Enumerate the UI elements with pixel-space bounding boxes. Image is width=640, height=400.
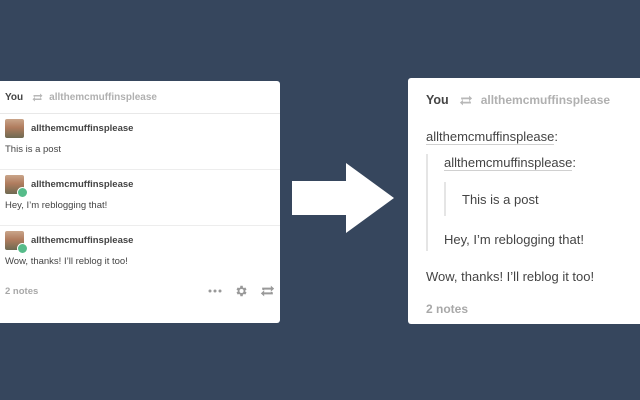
reblogged-from-link[interactable]: allthemcmuffinsplease [49,92,157,103]
entry-text: Wow, thanks! I’ll reblog it too! [5,256,128,267]
reblog-entry: allthemcmuffinsplease This is a post [0,114,280,170]
entry-text: Hey, I’m reblogging that! [5,200,108,211]
entry-username[interactable]: allthemcmuffinsplease [31,123,133,134]
reblog-icon [459,95,473,106]
reblog-icon [32,93,43,102]
colon: : [572,155,577,170]
reblog-entry: allthemcmuffinsplease Hey, I’m rebloggin… [0,170,280,226]
transform-arrow-icon [292,163,394,233]
entry-username[interactable]: allthemcmuffinsplease [31,235,133,246]
avatar[interactable] [5,118,24,138]
post-user[interactable]: You [426,93,449,107]
notes-count[interactable]: 2 notes [5,286,196,297]
gear-icon[interactable] [234,284,248,298]
reblog-entry: allthemcmuffinsplease Wow, thanks! I’ll … [0,226,280,273]
post-body: allthemcmuffinsplease: allthemcmuffinspl… [408,122,640,316]
new-reblog-post-card: You allthemcmuffinsplease allthemcmuffin… [408,78,640,324]
post-footer: 2 notes [0,273,280,309]
reply-text: Hey, I’m reblogging that! [444,232,584,247]
more-icon[interactable] [208,289,222,293]
outer-blockquote: allthemcmuffinsplease: This is a post He… [426,154,622,251]
post-user[interactable]: You [5,92,23,103]
post-header: You allthemcmuffinsplease [408,78,640,122]
colon: : [554,129,559,144]
old-reblog-post-card: You allthemcmuffinsplease allthemcmuffin… [0,81,280,323]
outer-username-link[interactable]: allthemcmuffinsplease [426,129,555,145]
entry-text: This is a post [5,144,61,155]
reblog-badge-icon [17,186,28,198]
post-header: You allthemcmuffinsplease [0,81,280,114]
inner-blockquote: This is a post [444,182,622,216]
original-post-text: This is a post [462,191,539,207]
reblog-badge-icon [17,242,28,254]
notes-count[interactable]: 2 notes [426,302,622,316]
reblogged-from-link[interactable]: allthemcmuffinsplease [481,93,610,107]
avatar[interactable] [5,230,28,254]
reply-text: Wow, thanks! I’ll reblog it too! [426,269,595,284]
avatar[interactable] [5,174,28,198]
entry-username[interactable]: allthemcmuffinsplease [31,179,133,190]
reblog-icon[interactable] [260,285,275,297]
inner-username-link[interactable]: allthemcmuffinsplease [444,155,573,171]
